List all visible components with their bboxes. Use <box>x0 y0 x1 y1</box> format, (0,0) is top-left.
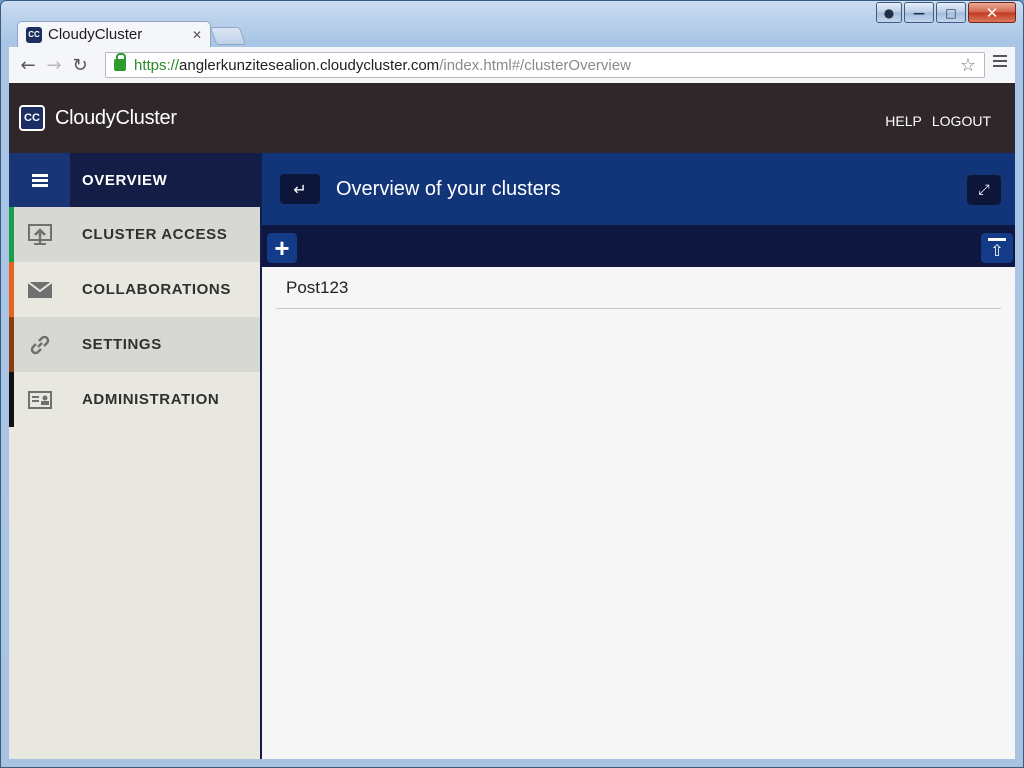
sidebar-item-label: SETTINGS <box>82 336 162 353</box>
user-icon[interactable]: ● <box>876 2 902 23</box>
accent-bar <box>9 317 14 372</box>
back-arrow-icon[interactable]: ← <box>15 52 41 78</box>
return-arrow-icon: ↵ <box>293 179 307 199</box>
id-card-icon <box>9 372 70 427</box>
accent-bar <box>9 207 14 262</box>
action-bar: + ⇧ <box>262 225 1015 267</box>
link-icon <box>9 317 70 372</box>
browser-toolbar: ← → ↻ https:// anglerkunzitesealion.clou… <box>9 47 1015 83</box>
upload-arrow-icon: ⇧ <box>990 240 1004 260</box>
sidebar-item-label: OVERVIEW <box>82 171 168 189</box>
back-button[interactable]: ↵ <box>280 174 320 204</box>
reload-icon[interactable]: ↻ <box>67 52 93 78</box>
browser-window: ● — □ ✕ CC CloudyCluster ✕ ← → ↻ https:/… <box>0 0 1024 768</box>
sidebar-item-label: COLLABORATIONS <box>82 281 231 298</box>
expand-icon: ⤢ <box>978 182 990 198</box>
cluster-name: Post123 <box>286 277 349 297</box>
hamburger-icon[interactable] <box>9 153 70 207</box>
accent-bar <box>9 372 14 427</box>
upload-screen-icon <box>9 207 70 262</box>
sidebar-item-overview[interactable]: OVERVIEW <box>9 153 260 207</box>
expand-button[interactable]: ⤢ <box>967 175 1001 205</box>
plus-icon: + <box>274 233 290 263</box>
main-panel: ↵ Overview of your clusters ⤢ + ⇧ Post12… <box>260 153 1015 759</box>
favicon-icon: CC <box>26 26 42 43</box>
sidebar-item-cluster-access[interactable]: CLUSTER ACCESS <box>9 207 260 262</box>
envelope-icon <box>9 262 70 317</box>
new-tab-button[interactable] <box>209 27 247 45</box>
upload-button[interactable]: ⇧ <box>981 233 1013 263</box>
lock-icon <box>114 53 126 71</box>
browser-menu-icon[interactable] <box>993 55 1007 69</box>
add-cluster-button[interactable]: + <box>267 233 297 263</box>
help-link[interactable]: HELP <box>885 113 922 129</box>
cloudycluster-logo-icon: CC <box>19 105 45 131</box>
address-bar[interactable]: https:// anglerkunzitesealion.cloudyclus… <box>105 52 985 78</box>
tab-close-icon[interactable]: ✕ <box>192 28 202 42</box>
sidebar-item-settings[interactable]: SETTINGS <box>9 317 260 372</box>
sidebar-item-label: ADMINISTRATION <box>82 391 220 408</box>
brand-name: CloudyCluster <box>55 106 177 129</box>
window-controls: ● — □ ✕ <box>876 2 1016 23</box>
url-host: anglerkunzitesealion.cloudycluster.com <box>179 56 440 74</box>
url-scheme: https:// <box>134 56 180 74</box>
close-icon[interactable]: ✕ <box>968 2 1016 23</box>
tab-title: CloudyCluster <box>48 26 143 43</box>
sidebar-item-administration[interactable]: ADMINISTRATION <box>9 372 260 427</box>
cluster-list: Post123 <box>262 267 1015 309</box>
minimize-icon[interactable]: — <box>904 2 934 23</box>
accent-bar <box>9 262 14 317</box>
forward-arrow-icon[interactable]: → <box>41 52 67 78</box>
sidebar-item-collaborations[interactable]: COLLABORATIONS <box>9 262 260 317</box>
bookmark-star-icon[interactable]: ☆ <box>960 55 976 76</box>
header-links: HELP LOGOUT <box>885 113 991 129</box>
url-path: /index.html#/clusterOverview <box>439 56 631 74</box>
list-item[interactable]: Post123 <box>276 267 1001 309</box>
app-header: CC CloudyCluster HELP LOGOUT <box>9 83 1015 153</box>
browser-tab[interactable]: CC CloudyCluster ✕ <box>17 21 211 47</box>
maximize-icon[interactable]: □ <box>936 2 966 23</box>
sidebar-item-label: CLUSTER ACCESS <box>82 226 228 243</box>
main-header: ↵ Overview of your clusters ⤢ <box>262 153 1015 225</box>
page-title: Overview of your clusters <box>336 177 561 200</box>
sidebar: OVERVIEW CLUSTER ACCESS COLLABORATIONS S… <box>9 153 260 759</box>
logout-link[interactable]: LOGOUT <box>932 113 991 129</box>
